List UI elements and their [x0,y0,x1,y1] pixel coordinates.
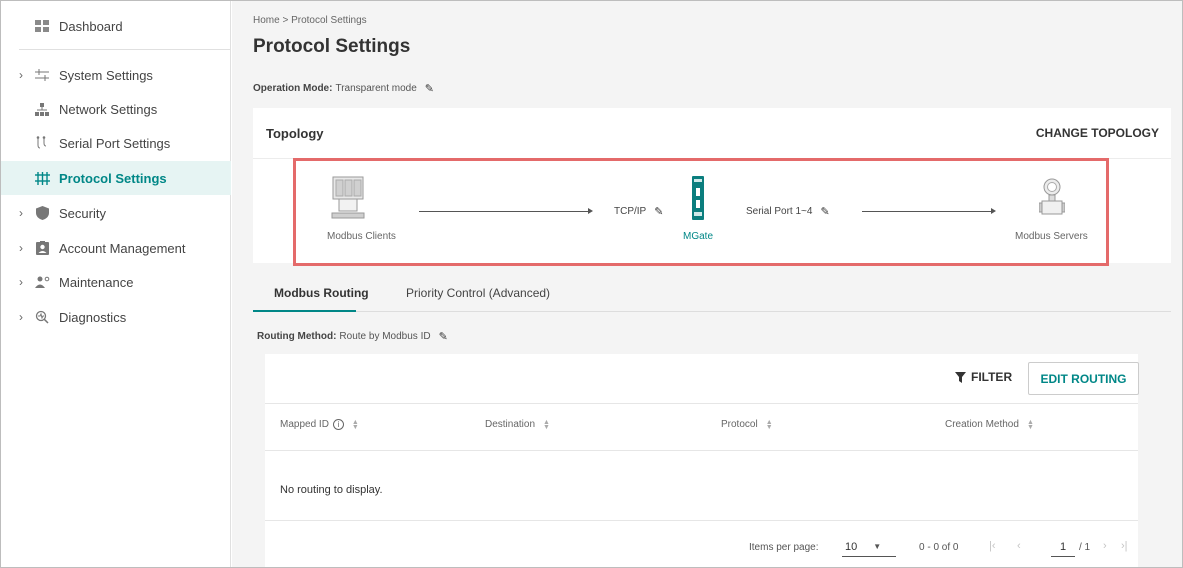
active-tab-indicator [253,310,356,312]
total-pages: / 1 [1079,542,1091,553]
first-page-icon[interactable]: |‹ [989,540,996,552]
diagnostics-icon [33,309,51,325]
column-header-destination[interactable]: Destination ▲ ▼ [485,419,550,431]
sidebar-item-label: Diagnostics [59,309,127,325]
maintenance-icon [33,274,51,290]
sidebar-divider [19,49,231,50]
tab-priority-control[interactable]: Priority Control (Advanced) [406,274,550,312]
edit-routing-button[interactable]: EDIT ROUTING [1028,362,1139,395]
sidebar-item-label: Security [59,205,106,221]
tab-modbus-routing[interactable]: Modbus Routing [274,274,369,312]
chevron-right-icon[interactable]: › [13,206,29,220]
empty-table-message: No routing to display. [280,484,383,496]
routing-method-label: Routing Method: [257,331,337,342]
chevron-right-icon[interactable]: › [13,241,29,255]
edit-operation-mode-icon[interactable]: ✎ [425,82,434,95]
sidebar-item-label: Serial Port Settings [59,135,171,151]
current-page-input[interactable]: 1 [1051,537,1075,557]
account-icon [33,240,51,256]
sort-icon[interactable]: ▲ ▼ [1027,419,1034,431]
routing-table-card: FILTER EDIT ROUTING Mapped ID i ▲ ▼ Desti… [265,354,1139,567]
sidebar-item-security[interactable]: › Security [1,196,231,230]
sidebar-item-system-settings[interactable]: › System Settings [1,58,231,92]
main-content: Home > Protocol Settings Protocol Settin… [232,1,1182,567]
dashboard-icon [33,18,51,34]
sidebar: › Dashboard › System Settings › Network … [1,1,231,567]
sidebar-item-protocol-settings[interactable]: › Protocol Settings [1,161,231,195]
items-per-page-select[interactable]: 10 ▼ [842,537,896,557]
column-header-label: Creation Method [945,419,1019,430]
change-topology-button[interactable]: CHANGE TOPOLOGY [1036,126,1159,140]
sidebar-item-label: Network Settings [59,101,158,117]
sidebar-item-dashboard[interactable]: › Dashboard [1,9,231,43]
items-per-page-value: 10 [845,540,858,553]
routing-method: Routing Method: Route by Modbus ID ✎ [257,330,448,343]
sidebar-item-maintenance[interactable]: › Maintenance [1,265,231,299]
column-header-protocol[interactable]: Protocol ▲ ▼ [721,419,773,431]
divider [265,403,1138,404]
column-header-label: Destination [485,419,536,430]
column-header-mapped-id[interactable]: Mapped ID i ▲ ▼ [280,419,359,431]
column-header-label: Protocol [721,419,758,430]
pagination-range: 0 - 0 of 0 [919,542,959,553]
edit-routing-method-icon[interactable]: ✎ [439,330,448,343]
last-page-icon[interactable]: ›| [1121,540,1128,552]
chevron-right-icon[interactable]: › [13,68,29,82]
filter-button[interactable]: FILTER [955,370,1012,384]
breadcrumb[interactable]: Home > Protocol Settings [253,15,367,26]
sidebar-item-diagnostics[interactable]: › Diagnostics [1,300,231,334]
divider [265,520,1138,521]
items-per-page-label: Items per page: [749,542,819,553]
sidebar-item-account-management[interactable]: › Account Management [1,231,231,265]
page-title: Protocol Settings [253,36,411,57]
serial-port-icon [33,135,51,151]
protocol-icon [33,170,51,186]
sort-icon[interactable]: ▲ ▼ [766,419,773,431]
operation-mode: Operation Mode: Transparent mode ✎ [253,82,434,95]
chevron-right-icon[interactable]: › [13,275,29,289]
divider [265,450,1138,451]
topology-title: Topology [266,126,324,141]
topology-highlight-box [293,158,1109,266]
network-icon [33,101,51,117]
shield-icon [33,205,51,221]
sidebar-item-label: Protocol Settings [59,170,167,186]
info-icon[interactable]: i [332,419,344,430]
sidebar-item-network-settings[interactable]: › Network Settings [1,92,231,126]
sidebar-item-label: System Settings [59,67,153,83]
column-header-label: Mapped ID [280,419,329,430]
previous-page-icon[interactable]: ‹ [1017,540,1021,552]
sliders-icon [33,67,51,83]
operation-mode-value: Transparent mode [335,83,417,94]
sidebar-item-label: Account Management [59,240,186,256]
next-page-icon[interactable]: › [1103,540,1107,552]
tab-bar: Modbus Routing Priority Control (Advance… [253,274,1171,312]
chevron-right-icon[interactable]: › [13,310,29,324]
routing-method-value: Route by Modbus ID [339,331,431,342]
operation-mode-label: Operation Mode: [253,83,333,94]
sidebar-item-label: Maintenance [59,274,134,290]
dropdown-arrow-icon: ▼ [873,542,882,551]
column-header-creation-method[interactable]: Creation Method ▲ ▼ [945,419,1034,431]
sort-icon[interactable]: ▲ ▼ [352,419,359,431]
sidebar-item-serial-port-settings[interactable]: › Serial Port Settings [1,126,231,160]
filter-label: FILTER [971,370,1013,384]
sidebar-item-label: Dashboard [59,18,123,34]
sort-icon[interactable]: ▲ ▼ [543,419,550,431]
filter-icon [955,371,966,383]
